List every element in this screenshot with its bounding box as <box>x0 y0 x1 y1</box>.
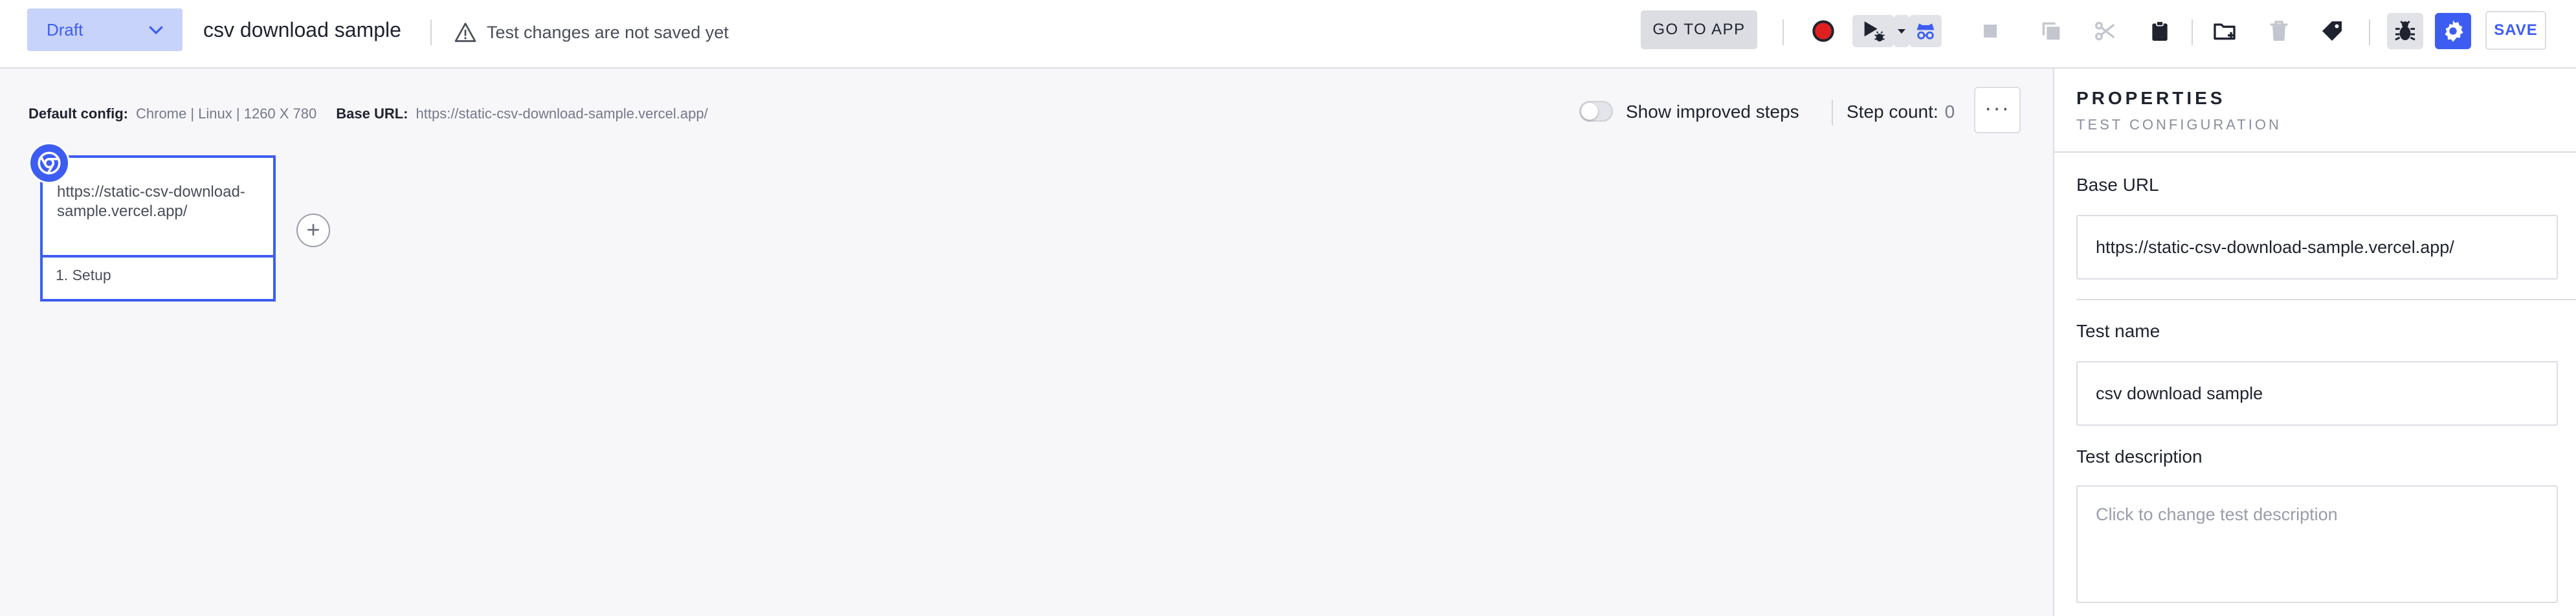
cut-button[interactable] <box>2089 15 2122 47</box>
delete-icon <box>2270 21 2288 41</box>
chrome-icon <box>38 151 61 175</box>
unsaved-warning: Test changes are not saved yet <box>453 19 729 45</box>
clipboard-icon <box>2152 21 2168 41</box>
base-url-field-label: Base URL <box>2076 175 2159 195</box>
warning-text: Test changes are not saved yet <box>487 22 729 42</box>
chevron-down-icon <box>149 26 163 34</box>
browser-badge <box>28 142 70 184</box>
run-bug-icon <box>1864 21 1885 41</box>
status-dropdown[interactable]: Draft <box>27 8 183 51</box>
divider <box>1782 19 1784 45</box>
divider <box>2076 299 2576 300</box>
paste-button[interactable] <box>2144 15 2176 47</box>
show-improved-steps-toggle[interactable] <box>1579 101 1613 122</box>
new-folder-button[interactable] <box>2208 15 2241 47</box>
copy-button[interactable] <box>2035 15 2067 47</box>
settings-button[interactable] <box>2435 13 2471 49</box>
test-name-field[interactable]: csv download sample <box>2076 361 2558 426</box>
test-canvas: Default config: Chrome | Linux | 1260 X … <box>0 69 2053 616</box>
base-url-field[interactable]: https://static-csv-download-sample.verce… <box>2076 215 2558 280</box>
divider <box>2192 19 2193 45</box>
step-card-url: https://static-csv-download-sample.verce… <box>57 183 245 220</box>
properties-panel: PROPERTIES TEST CONFIGURATION Base URL h… <box>2053 69 2576 616</box>
debug-icon <box>2395 20 2415 41</box>
run-button[interactable] <box>1852 15 1894 47</box>
step-count-value: 0 <box>1944 102 1955 122</box>
base-url-value: https://static-csv-download-sample.verce… <box>416 105 708 122</box>
step-count-label: Step count: <box>1847 102 1938 122</box>
divider <box>1832 100 1833 126</box>
properties-subtitle: TEST CONFIGURATION <box>2076 116 2282 133</box>
new-folder-icon <box>2214 23 2236 40</box>
default-config-value: Chrome | Linux | 1260 X 780 <box>136 105 317 122</box>
test-title[interactable]: csv download sample <box>203 18 401 42</box>
step-item-setup[interactable]: 1. Setup <box>56 267 111 284</box>
test-name-field-label: Test name <box>2076 321 2160 341</box>
divider <box>430 19 432 45</box>
divider <box>2369 19 2370 45</box>
cut-icon <box>2095 21 2115 41</box>
run-options-dropdown[interactable] <box>1894 15 1909 47</box>
base-url-label: Base URL: <box>336 105 408 122</box>
more-options-button[interactable]: ··· <box>1974 87 2021 133</box>
properties-title: PROPERTIES <box>2076 88 2226 108</box>
copy-icon <box>2042 22 2060 40</box>
incognito-icon <box>1916 23 1935 39</box>
tag-icon <box>2322 21 2342 41</box>
tag-button[interactable] <box>2316 15 2348 47</box>
debug-button[interactable] <box>2387 13 2423 49</box>
add-step-button[interactable]: + <box>296 214 330 247</box>
incognito-button[interactable] <box>1909 15 1942 47</box>
run-dropdown-icon <box>1898 29 1905 34</box>
record-button[interactable] <box>1807 15 1839 47</box>
config-summary: Default config: Chrome | Linux | 1260 X … <box>28 101 708 127</box>
default-config-label: Default config: <box>28 105 128 122</box>
step-card[interactable]: https://static-csv-download-sample.verce… <box>40 155 276 302</box>
record-icon <box>1812 20 1834 42</box>
card-divider <box>43 255 273 258</box>
toggle-knob <box>1581 103 1598 120</box>
go-to-app-button[interactable]: GO TO APP <box>1641 10 1757 49</box>
delete-button[interactable] <box>2263 15 2295 47</box>
divider <box>2054 151 2576 153</box>
test-description-field-label: Test description <box>2076 446 2203 467</box>
show-improved-steps-label: Show improved steps <box>1626 102 1799 122</box>
stop-icon <box>1984 25 1997 38</box>
settings-icon <box>2445 20 2463 42</box>
step-count: Step count: 0 <box>1847 101 1955 123</box>
stop-button[interactable] <box>1974 15 2006 47</box>
save-button[interactable]: SAVE <box>2485 11 2546 50</box>
warning-icon <box>454 23 476 42</box>
status-dropdown-label: Draft <box>47 20 83 39</box>
test-description-field[interactable]: Click to change test description <box>2076 485 2558 603</box>
top-bar: Draft csv download sample Test changes a… <box>0 0 2576 69</box>
